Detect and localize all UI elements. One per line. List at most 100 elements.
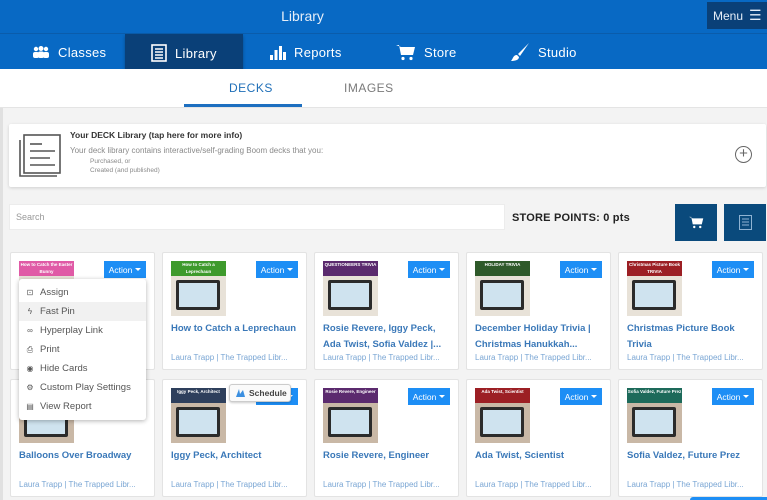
deck-card[interactable]: QUESTIONEERS TRIVIA Action Rosie Revere, I… xyxy=(314,252,459,370)
nav-library[interactable]: Library xyxy=(125,34,243,72)
deck-title[interactable]: Rosie Revere, Iggy Peck, Ada Twist, Sofi… xyxy=(323,321,453,353)
store-points: STORE POINTS: 0 pts xyxy=(512,212,630,224)
deck-title[interactable]: Rosie Revere, Engineer xyxy=(323,448,453,464)
deck-card[interactable]: Ada Twist, Scientist Action Ada Twist, Sci… xyxy=(466,379,611,497)
nav-store[interactable]: Store xyxy=(396,34,457,70)
thumbnail-banner: How to Catch a Leprechaun xyxy=(171,261,226,276)
nav-reports[interactable]: Reports xyxy=(270,34,342,70)
action-dropdown-menu: ⊡ Assign ϟ Fast Pin ∞ Hyperplay Link ⎙ Print… xyxy=(19,279,146,420)
tab-images[interactable]: IMAGES xyxy=(344,81,394,95)
action-button[interactable]: Action xyxy=(560,388,602,405)
thumbnail-banner: Sofia Valdez, Future Prez xyxy=(627,388,682,403)
nav-label: Store xyxy=(424,44,457,60)
search-input[interactable]: Search xyxy=(9,204,505,230)
action-button[interactable]: Action xyxy=(712,261,754,278)
deck-author[interactable]: Laura Trapp | The Trapped Libr... xyxy=(171,480,301,489)
menu-item-label: Hide Cards xyxy=(40,363,88,374)
action-button[interactable]: Action xyxy=(256,261,298,278)
menu-item-custom-play-settings[interactable]: ⚙ Custom Play Settings xyxy=(19,378,146,397)
deck-author[interactable]: Laura Trapp | The Trapped Libr... xyxy=(627,353,757,362)
assign-icon: ⊡ xyxy=(26,288,34,297)
store-cart-button[interactable] xyxy=(675,204,717,241)
list-icon xyxy=(738,215,752,230)
deck-author[interactable]: Laura Trapp | The Trapped Libr... xyxy=(475,353,605,362)
cart-icon xyxy=(688,216,703,229)
page-title: Library xyxy=(281,8,324,24)
list-view-button[interactable] xyxy=(724,204,766,241)
deck-thumbnail[interactable]: Sofia Valdez, Future Prez xyxy=(627,388,682,443)
action-button[interactable]: Action xyxy=(104,261,146,278)
nav-label: Classes xyxy=(58,44,107,60)
deck-thumbnail[interactable]: QUESTIONEERS TRIVIA xyxy=(323,261,378,316)
info-heading: Your DECK Library (tap here for more inf… xyxy=(70,130,243,140)
deck-thumbnail[interactable]: Ada Twist, Scientist xyxy=(475,388,530,443)
library-info-panel[interactable]: Your DECK Library (tap here for more inf… xyxy=(9,124,766,187)
deck-author[interactable]: Laura Trapp | The Trapped Libr... xyxy=(323,480,453,489)
thumbnail-banner: Christmas Picture Book TRIVIA xyxy=(627,261,682,276)
deck-title[interactable]: December Holiday Trivia | Christmas Hanu… xyxy=(475,321,605,353)
expand-plus-icon[interactable]: + xyxy=(735,146,752,163)
deck-author[interactable]: Laura Trapp | The Trapped Libr... xyxy=(323,353,453,362)
caret-down-icon xyxy=(591,395,598,398)
top-bar: Library Menu ☰ xyxy=(0,0,767,33)
action-button[interactable]: Action xyxy=(560,261,602,278)
schedule-label: Schedule xyxy=(249,388,287,398)
deck-title[interactable]: How to Catch a Leprechaun xyxy=(171,321,301,337)
caret-down-icon xyxy=(287,268,294,271)
caret-down-icon xyxy=(743,395,750,398)
info-text: Your deck library contains interactive/s… xyxy=(70,146,324,155)
thumbnail-tablet xyxy=(480,280,524,310)
deck-card[interactable]: Rosie Revere, Engineer Action Rosie Revere… xyxy=(314,379,459,497)
caret-down-icon xyxy=(135,268,142,271)
hamburger-icon: ☰ xyxy=(749,7,762,23)
deck-thumbnail[interactable]: Iggy Peck, Architect xyxy=(171,388,226,443)
caret-down-icon xyxy=(743,268,750,271)
menu-item-print[interactable]: ⎙ Print xyxy=(19,340,146,359)
menu-item-view-report[interactable]: ▤ View Report xyxy=(19,397,146,416)
deck-thumbnail[interactable]: Christmas Picture Book TRIVIA xyxy=(627,261,682,316)
menu-item-fast-pin[interactable]: ϟ Fast Pin xyxy=(19,302,146,321)
deck-thumbnail[interactable]: HOLIDAY TRIVIA xyxy=(475,261,530,316)
action-button[interactable]: Action xyxy=(408,388,450,405)
menu-item-assign[interactable]: ⊡ Assign xyxy=(19,283,146,302)
thumbnail-banner: How to Catch the Easter Bunny xyxy=(19,261,74,276)
action-label: Action xyxy=(716,391,741,402)
caret-down-icon xyxy=(591,268,598,271)
nav-studio[interactable]: Studio xyxy=(510,34,577,70)
thumbnail-banner: Ada Twist, Scientist xyxy=(475,388,530,403)
bolt-icon: ϟ xyxy=(27,307,33,316)
deck-author[interactable]: Laura Trapp | The Trapped Libr... xyxy=(19,480,149,489)
deck-title[interactable]: Christmas Picture Book Trivia xyxy=(627,321,757,353)
menu-item-hide-cards[interactable]: ◉ Hide Cards xyxy=(19,359,146,378)
nav-classes[interactable]: Classes xyxy=(32,34,106,70)
deck-author[interactable]: Laura Trapp | The Trapped Libr... xyxy=(627,480,757,489)
deck-card[interactable]: Christmas Picture Book TRIVIA Action Chris… xyxy=(618,252,763,370)
action-label: Action xyxy=(412,391,437,402)
tab-decks[interactable]: DECKS xyxy=(229,81,273,95)
deck-title[interactable]: Ada Twist, Scientist xyxy=(475,448,605,464)
deck-title[interactable]: Iggy Peck, Architect xyxy=(171,448,301,464)
main-nav: Classes Library Reports Store Studio xyxy=(0,33,767,72)
menu-label: Menu xyxy=(713,8,744,23)
deck-card[interactable]: How to Catch a Leprechaun Action How to Ca… xyxy=(162,252,307,370)
users-icon xyxy=(33,46,49,58)
deck-title[interactable]: Balloons Over Broadway xyxy=(19,448,149,464)
menu-item-label: Print xyxy=(40,344,60,355)
active-tab-indicator xyxy=(184,104,302,107)
deck-card[interactable]: HOLIDAY TRIVIA Action December Holiday Tri… xyxy=(466,252,611,370)
action-button[interactable]: Action xyxy=(712,388,754,405)
menu-item-hyperplay-link[interactable]: ∞ Hyperplay Link xyxy=(19,321,146,340)
schedule-button[interactable]: Schedule xyxy=(229,384,291,402)
deck-author[interactable]: Laura Trapp | The Trapped Libr... xyxy=(475,480,605,489)
caret-down-icon xyxy=(439,268,446,271)
action-button[interactable]: Action xyxy=(408,261,450,278)
link-icon: ∞ xyxy=(27,326,33,335)
deck-thumbnail[interactable]: Rosie Revere, Engineer xyxy=(323,388,378,443)
deck-thumbnail[interactable]: How to Catch a Leprechaun xyxy=(171,261,226,316)
deck-author[interactable]: Laura Trapp | The Trapped Libr... xyxy=(171,353,301,362)
deck-card[interactable]: Sofia Valdez, Future Prez Action Sofia Val… xyxy=(618,379,763,497)
thumbnail-tablet xyxy=(176,280,220,310)
deck-title[interactable]: Sofia Valdez, Future Prez xyxy=(627,448,757,464)
menu-button[interactable]: Menu ☰ xyxy=(707,2,767,29)
eye-icon: ◉ xyxy=(26,364,34,373)
